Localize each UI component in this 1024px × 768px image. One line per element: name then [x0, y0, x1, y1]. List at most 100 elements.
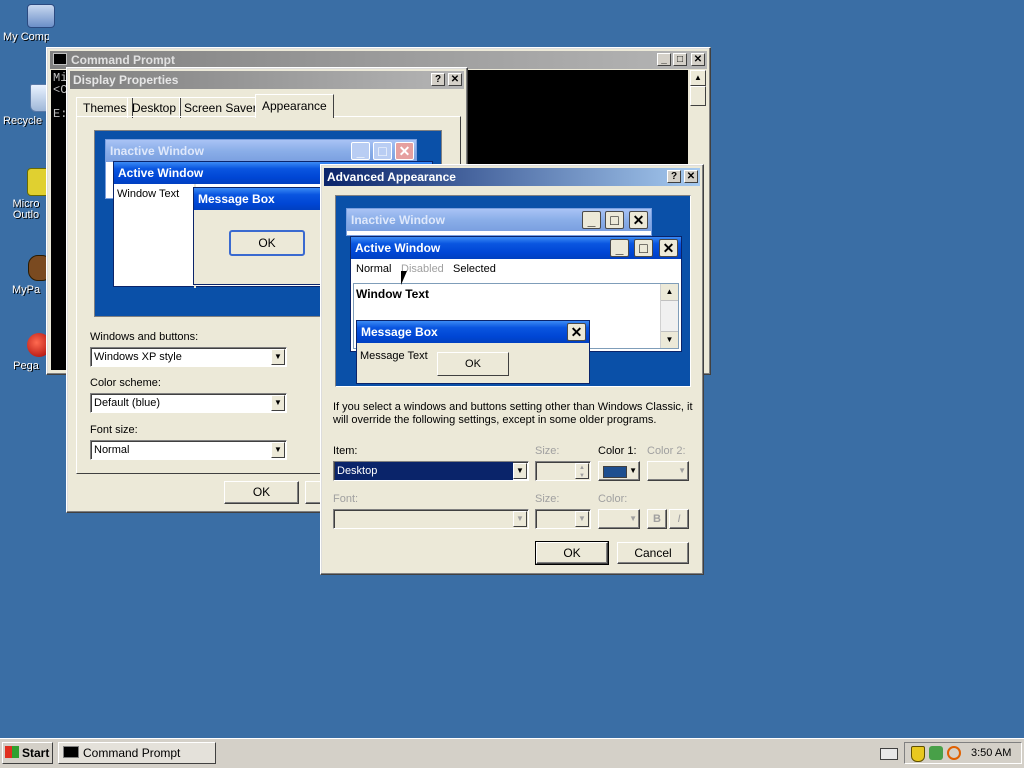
menu-disabled: Disabled — [401, 263, 444, 275]
maximize-icon: □ — [634, 239, 653, 257]
color2-picker[interactable]: ▼ — [647, 461, 689, 481]
chevron-down-icon[interactable]: ▼ — [513, 511, 527, 527]
minimize-icon: _ — [351, 142, 370, 160]
network-icon[interactable] — [929, 746, 943, 760]
adv-titlebar[interactable]: Advanced Appearance ? ✕ — [324, 168, 700, 186]
font-select[interactable]: ▼ — [333, 509, 529, 529]
desktop-icon-label: MyPa — [11, 284, 41, 296]
desktop-icon-label: Pega — [13, 360, 39, 372]
adv-msgbox-text: Message Text — [360, 350, 428, 362]
adv-preview-message-box: Message Box ✕ Message Text OK — [356, 320, 590, 384]
font-size-label: Font size: — [90, 424, 138, 436]
cmd-icon — [63, 746, 79, 758]
preview-ok-button: OK — [229, 230, 305, 256]
color2-label: Color 2: — [647, 445, 686, 457]
preview-window-text: Window Text — [117, 188, 180, 200]
adv-msgbox-ok: OK — [437, 352, 509, 376]
adv-preview: Inactive Window _ □ ✕ Active Window _ □ … — [335, 195, 691, 387]
search-icon[interactable] — [947, 746, 961, 760]
adv-preview-scrollbar: ▲ ▼ — [660, 284, 678, 348]
chevron-down-icon: ▼ — [629, 466, 637, 475]
desktop-icon-my-computer[interactable]: My Computer — [3, 4, 73, 43]
close-button[interactable]: ✕ — [691, 53, 705, 66]
maximize-button[interactable]: □ — [673, 53, 687, 66]
display-props-title: Display Properties — [73, 73, 179, 87]
adv-info-text: If you select a windows and buttons sett… — [333, 401, 693, 426]
size-spinner[interactable]: ▲ ▼ — [535, 461, 591, 481]
close-icon: ✕ — [395, 142, 414, 160]
maximize-icon: □ — [373, 142, 392, 160]
color-scheme-label: Color scheme: — [90, 377, 161, 389]
start-button[interactable]: Start — [2, 742, 53, 764]
scroll-up-arrow-icon[interactable]: ▲ — [690, 70, 706, 86]
keyboard-icon[interactable] — [880, 748, 898, 760]
scroll-thumb[interactable] — [690, 86, 706, 106]
my-computer-icon — [27, 4, 55, 28]
chevron-down-icon[interactable]: ▼ — [271, 349, 285, 365]
close-icon: ✕ — [567, 323, 586, 341]
help-button[interactable]: ? — [431, 73, 445, 86]
color1-swatch — [603, 466, 627, 478]
tab-appearance[interactable]: Appearance — [255, 94, 334, 118]
taskbar-item-command-prompt[interactable]: Command Prompt — [58, 742, 216, 764]
cmd-title: Command Prompt — [71, 53, 176, 67]
advanced-appearance-dialog[interactable]: Advanced Appearance ? ✕ Inactive Window … — [320, 164, 704, 575]
ok-button[interactable]: OK — [535, 541, 609, 565]
clock[interactable]: 3:50 AM — [971, 746, 1011, 760]
close-button[interactable]: ✕ — [448, 73, 462, 86]
adv-active-titlebar: Active Window — [351, 237, 681, 259]
chevron-down-icon[interactable]: ▼ — [575, 511, 589, 527]
security-shield-icon[interactable] — [911, 746, 925, 762]
windows-buttons-label: Windows and buttons: — [90, 331, 199, 343]
minimize-button[interactable]: _ — [657, 53, 671, 66]
font-size-select[interactable]: ▼ — [535, 509, 591, 529]
font-color-picker[interactable]: ▼ — [598, 509, 640, 529]
menu-selected: Selected — [453, 263, 496, 275]
desktop-icon-label: Recycle Bin — [3, 115, 49, 127]
chevron-down-icon: ▼ — [629, 514, 637, 523]
chevron-down-icon[interactable]: ▼ — [513, 463, 527, 479]
windows-buttons-select[interactable]: Windows XP style ▼ — [90, 347, 287, 367]
item-label: Item: — [333, 445, 358, 457]
item-select[interactable]: Desktop ▼ — [333, 461, 529, 481]
minimize-icon: _ — [582, 211, 601, 229]
maximize-icon: □ — [605, 211, 624, 229]
close-icon: ✕ — [659, 239, 678, 257]
bold-button[interactable]: B — [647, 509, 667, 529]
color-scheme-select[interactable]: Default (blue) ▼ — [90, 393, 287, 413]
color1-label: Color 1: — [598, 445, 637, 457]
help-button[interactable]: ? — [667, 170, 681, 183]
item-select-value: Desktop — [335, 462, 513, 480]
font-size-select[interactable]: Normal ▼ — [90, 440, 287, 460]
desktop-icon-label: Micro Outlo — [12, 199, 40, 221]
chevron-down-icon[interactable]: ▼ — [271, 442, 285, 458]
font-size-label: Size: — [535, 493, 560, 505]
cancel-button[interactable]: Cancel — [617, 542, 689, 564]
mouse-cursor-icon — [401, 271, 407, 285]
taskbar: Start Command Prompt 3:50 AM — [0, 738, 1024, 768]
windows-logo-icon — [5, 746, 19, 758]
adv-msgbox-titlebar: Message Box — [357, 321, 589, 343]
tab-screen-saver[interactable]: Screen Saver — [179, 97, 262, 118]
cmd-icon — [53, 53, 67, 65]
chevron-down-icon[interactable]: ▼ — [271, 395, 285, 411]
chevron-down-icon: ▼ — [678, 466, 686, 475]
minimize-icon: _ — [610, 239, 629, 257]
tab-desktop[interactable]: Desktop — [127, 97, 182, 118]
spinner-arrows-icon[interactable]: ▲ ▼ — [575, 463, 589, 479]
close-icon: ✕ — [629, 211, 648, 229]
size-label: Size: — [535, 445, 560, 457]
close-button[interactable]: ✕ — [684, 170, 698, 183]
font-color-label: Color: — [598, 493, 628, 505]
color1-picker[interactable]: ▼ — [598, 461, 640, 481]
italic-button[interactable]: I — [669, 509, 689, 529]
menu-normal: Normal — [356, 263, 392, 275]
adv-title: Advanced Appearance — [327, 170, 456, 184]
ok-button[interactable]: OK — [224, 481, 299, 504]
adv-window-text: Window Text — [356, 287, 429, 301]
desktop-icon-label: My Computer — [3, 31, 49, 43]
adv-preview-inactive-window: Inactive Window _ □ ✕ — [346, 208, 652, 236]
tab-themes[interactable]: Themes — [76, 97, 134, 118]
display-props-titlebar[interactable]: Display Properties ? ✕ — [70, 71, 464, 89]
system-tray: 3:50 AM — [904, 742, 1022, 764]
